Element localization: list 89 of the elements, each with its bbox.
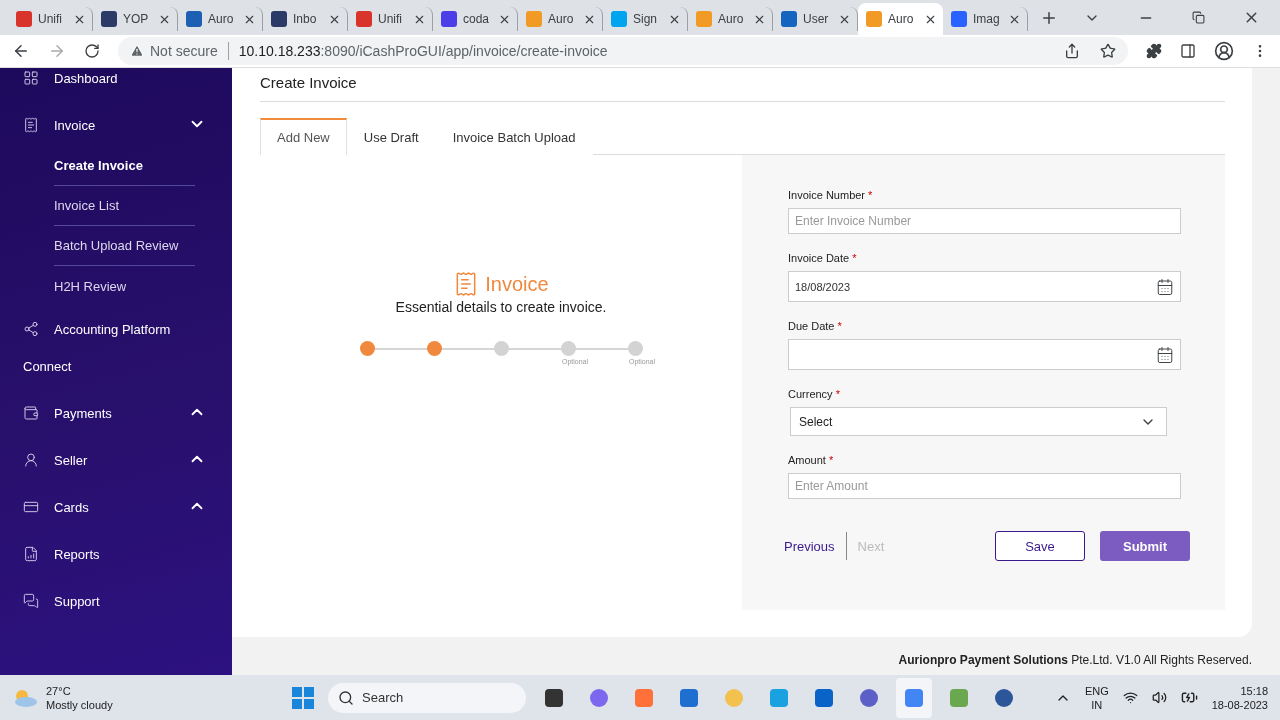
favicon-icon — [781, 11, 797, 27]
side-panel-icon[interactable] — [1180, 43, 1196, 59]
menu-item-icon — [23, 117, 39, 133]
browser-tab[interactable]: Unifi — [348, 7, 433, 31]
favicon-icon — [611, 11, 627, 27]
favicon-icon — [356, 11, 372, 27]
browser-tab[interactable]: Auro — [518, 7, 603, 31]
favicon-icon — [696, 11, 712, 27]
favicon-icon — [101, 11, 117, 27]
menu-item-icon — [23, 546, 39, 562]
footer-text: Aurionpro Payment Solutions Pte.Ltd. V1.0 All Rights Reserved. — [898, 653, 1252, 667]
browser-tab[interactable]: YOP — [93, 7, 178, 31]
weather-text: Mostly cloudy — [46, 697, 113, 712]
sidebar-item[interactable]: Support — [23, 583, 173, 620]
sidebar-subitem[interactable]: H2H Review — [54, 266, 195, 306]
select-field[interactable]: Select — [790, 407, 1167, 436]
menu-item-icon — [23, 593, 39, 609]
star-icon[interactable] — [1100, 43, 1116, 59]
date-field[interactable]: 18/08/2023 — [788, 271, 1181, 302]
temperature-text: 27°C — [46, 683, 72, 698]
menu-item-icon — [23, 452, 39, 468]
calendar-icon[interactable] — [1156, 345, 1174, 364]
submit-button[interactable]: Submit — [1100, 531, 1190, 561]
favicon-icon — [866, 11, 882, 27]
menu-item-icon — [23, 321, 39, 337]
browser-tab[interactable]: Inbo — [263, 7, 348, 31]
profile-icon[interactable] — [1214, 41, 1234, 61]
sidebar-item[interactable]: Accounting Platform Connect — [23, 311, 173, 385]
browser-tab[interactable]: Auro — [688, 7, 773, 31]
sidebar-subitem[interactable]: Create Invoice — [54, 146, 195, 186]
sidebar-item[interactable]: Cards — [23, 489, 173, 526]
input-field[interactable]: Enter Amount — [788, 473, 1181, 499]
browser-tab[interactable]: coda — [433, 7, 518, 31]
field-label: Amount * — [788, 454, 835, 466]
cloud-icon — [12, 687, 38, 708]
windows-icon[interactable] — [292, 686, 314, 709]
menu-item-icon — [23, 499, 39, 515]
sidebar-subitem[interactable]: Batch Upload Review — [54, 226, 195, 266]
field-label: Invoice Date * — [788, 252, 858, 264]
page-title: Create Invoice — [260, 72, 1225, 102]
favicon-icon — [16, 11, 32, 27]
wifi-icon — [1122, 690, 1138, 705]
previous-link[interactable]: Previous — [784, 534, 835, 558]
browser-tab[interactable]: Sign — [603, 7, 688, 31]
restore-icon[interactable] — [1192, 11, 1205, 24]
browser-tab[interactable]: Imag — [943, 7, 1028, 31]
reload-icon[interactable] — [84, 43, 100, 59]
back-icon[interactable] — [12, 42, 30, 60]
menu-item-icon — [23, 405, 39, 421]
field-label: Due Date * — [788, 320, 843, 332]
field-label: Invoice Number * — [788, 189, 874, 201]
save-button[interactable]: Save — [995, 531, 1085, 561]
security-label: Not secure — [150, 43, 218, 59]
sidebar-item[interactable]: Invoice — [23, 107, 173, 144]
search-icon — [338, 689, 354, 706]
section-title: Invoice — [485, 272, 549, 296]
clock-time[interactable]: 15:18 — [1240, 683, 1268, 698]
browser-tab[interactable]: Unifi — [8, 7, 93, 31]
sidebar-subitem[interactable]: Invoice List — [54, 186, 195, 226]
browser-tab[interactable]: User — [773, 7, 858, 31]
favicon-icon — [951, 11, 967, 27]
favicon-icon — [186, 11, 202, 27]
sidebar-item[interactable]: Dashboard — [23, 68, 173, 97]
menu-item-icon — [23, 70, 39, 86]
tab[interactable]: Add New — [260, 118, 347, 155]
field-label: Currency * — [788, 388, 841, 400]
new-tab-icon[interactable] — [1040, 9, 1058, 27]
taskbar-search[interactable]: Search — [328, 682, 526, 713]
url-text: 10.10.18.233:8090/iCashProGUI/app/invoice/create-invoice — [238, 43, 608, 59]
sidebar-item[interactable]: Reports — [23, 536, 173, 573]
warning-icon — [130, 44, 144, 58]
sidebar-item[interactable]: Payments — [23, 395, 173, 432]
section-subtitle: Essential details to create invoice. — [395, 299, 607, 315]
favicon-icon — [526, 11, 542, 27]
clock-date[interactable]: 18-08-2023 — [1211, 697, 1268, 712]
region-text[interactable]: IN — [1091, 697, 1103, 712]
favicon-icon — [271, 11, 287, 27]
puzzle-icon[interactable] — [1146, 43, 1162, 59]
volume-icon — [1151, 690, 1167, 705]
input-field[interactable]: Enter Invoice Number — [788, 208, 1181, 234]
address-bar[interactable]: Not secure 10.10.18.233:8090/iCashProGUI/app/invoice/create-invoice — [118, 37, 1128, 65]
browser-tab[interactable]: Auro — [858, 3, 943, 35]
sidebar-item[interactable]: Seller — [23, 442, 173, 479]
share-icon[interactable] — [1064, 43, 1080, 59]
browser-tab[interactable]: Auro — [178, 7, 263, 31]
language-text[interactable]: ENG — [1084, 683, 1109, 698]
calendar-icon[interactable] — [1156, 277, 1174, 296]
date-field[interactable] — [788, 339, 1181, 370]
favicon-icon — [441, 11, 457, 27]
